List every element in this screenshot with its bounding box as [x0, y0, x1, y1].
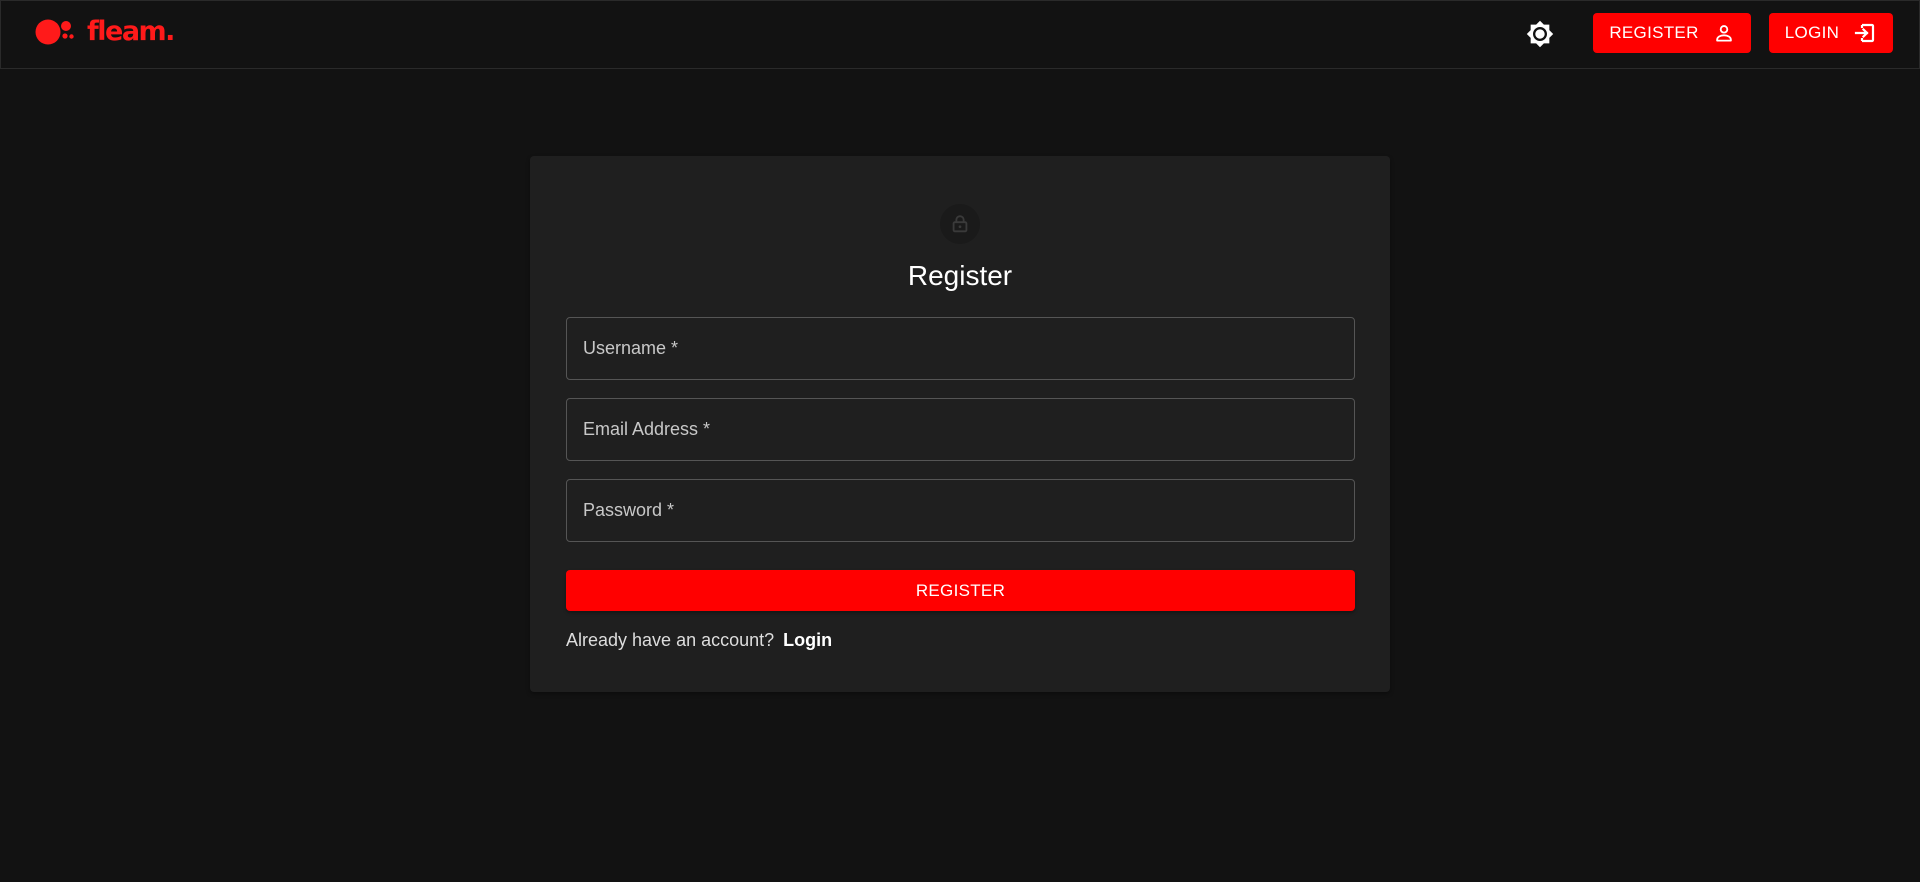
brand-logo[interactable]: fleam. [35, 17, 175, 47]
username-field[interactable] [566, 317, 1355, 380]
lock-icon [952, 215, 968, 233]
lock-avatar [940, 204, 980, 244]
register-submit-button[interactable]: REGISTER [566, 570, 1355, 611]
email-field[interactable] [566, 398, 1355, 461]
login-prompt: Already have an account? Login [566, 630, 832, 651]
login-prompt-text: Already have an account? [566, 630, 775, 650]
password-field[interactable] [566, 479, 1355, 542]
header-register-button[interactable]: REGISTER [1593, 13, 1751, 53]
password-input[interactable] [567, 480, 1354, 541]
logo-dots-icon [35, 19, 74, 45]
theme-toggle-button[interactable] [1524, 18, 1556, 50]
username-input[interactable] [567, 318, 1354, 379]
brand-name: fleam. [87, 15, 175, 47]
header-login-label: LOGIN [1784, 23, 1840, 42]
top-app-bar: fleam. REGISTER LOGIN [0, 0, 1920, 69]
person-icon [1713, 22, 1735, 44]
header-register-label: REGISTER [1609, 23, 1699, 42]
header-login-button[interactable]: LOGIN [1769, 13, 1893, 53]
login-link[interactable]: Login [783, 630, 832, 651]
email-input[interactable] [567, 399, 1354, 460]
register-card: Register REGISTER Already have an accoun… [530, 156, 1390, 692]
page-title: Register [907, 260, 1013, 291]
brightness-icon [1526, 20, 1554, 48]
login-arrow-icon [1853, 21, 1877, 45]
